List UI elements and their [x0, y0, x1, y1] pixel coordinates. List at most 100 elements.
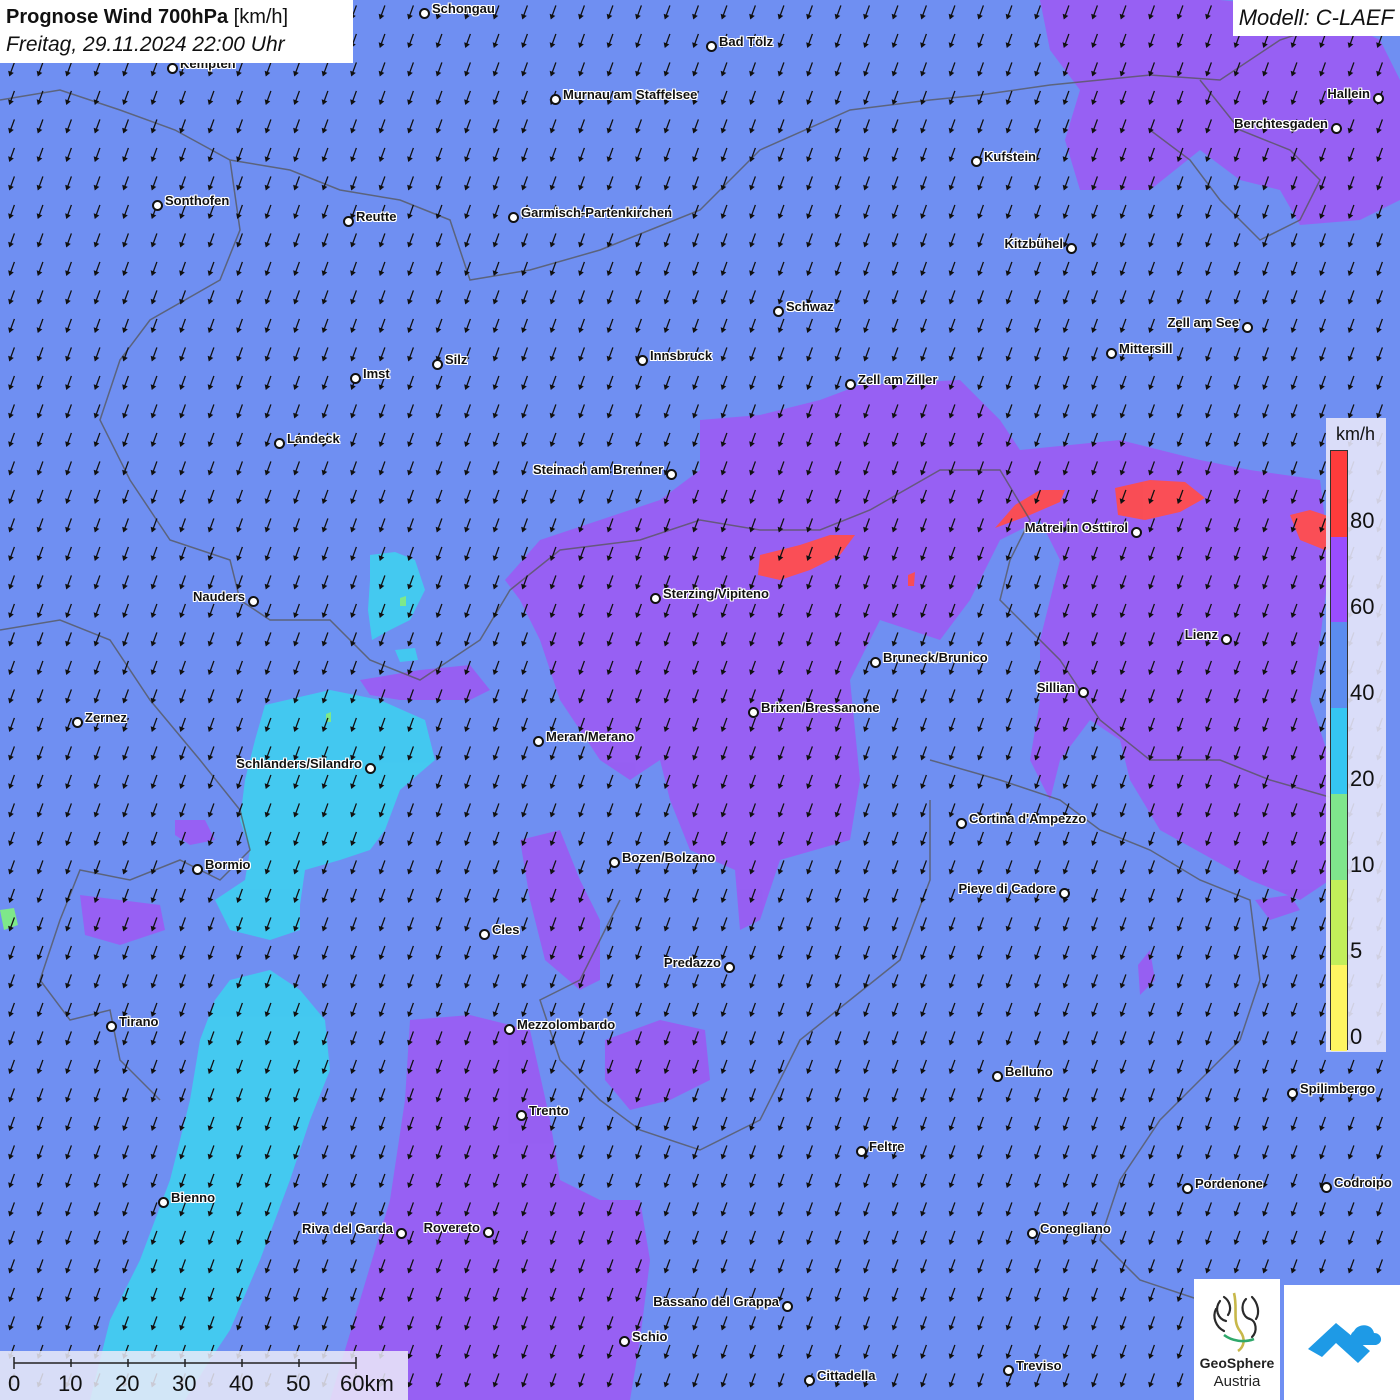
- city-label[interactable]: Landeck: [287, 431, 340, 446]
- wind-arrow: [549, 62, 557, 77]
- city-label[interactable]: Sillian: [1037, 680, 1075, 695]
- city-label[interactable]: Kitzbühel: [1005, 236, 1064, 251]
- wind-arrow: [378, 575, 386, 590]
- city-label[interactable]: Sterzing/Vipiteno: [663, 586, 769, 601]
- wind-arrow: [1262, 1031, 1270, 1046]
- wind-arrow: [720, 404, 728, 419]
- wind-arrow: [977, 632, 985, 647]
- city-label[interactable]: Bad Tölz: [719, 34, 773, 49]
- city-label[interactable]: Spilimbergo: [1300, 1081, 1375, 1096]
- city-label[interactable]: Hallein: [1327, 86, 1370, 101]
- wind-arrow: [977, 1145, 985, 1160]
- city-label[interactable]: Tirano: [119, 1014, 159, 1029]
- wind-arrow: [93, 90, 101, 106]
- wind-arrow: [1005, 974, 1013, 989]
- city-label[interactable]: Berchtesgaden: [1234, 116, 1328, 131]
- wind-arrow: [1347, 375, 1355, 391]
- city-label[interactable]: Schongau: [432, 1, 495, 16]
- city-label[interactable]: Conegliano: [1040, 1221, 1111, 1236]
- app-logo[interactable]: [1284, 1285, 1400, 1400]
- wind-arrow: [1290, 1116, 1298, 1132]
- city-label[interactable]: Bienno: [171, 1190, 215, 1205]
- city-marker: [856, 1146, 867, 1157]
- wind-arrow: [36, 432, 44, 448]
- wind-arrow: [521, 261, 529, 277]
- city-label[interactable]: Bozen/Bolzano: [622, 850, 715, 865]
- city-label[interactable]: Zell am See: [1167, 315, 1239, 330]
- wind-arrow: [378, 1316, 386, 1331]
- wind-arrow: [65, 290, 73, 305]
- wind-arrow: [1005, 1202, 1013, 1217]
- wind-arrow: [720, 90, 728, 106]
- wind-arrow: [1148, 1088, 1156, 1103]
- city-label[interactable]: Pieve di Cadore: [958, 881, 1056, 896]
- wind-arrow: [1005, 1287, 1013, 1303]
- city-label[interactable]: Cortina d'Ampezzo: [969, 811, 1086, 826]
- wind-arrow: [1233, 204, 1241, 220]
- city-label[interactable]: Lienz: [1185, 627, 1218, 642]
- wind-arrow: [834, 546, 842, 562]
- city-label[interactable]: Brixen/Bressanone: [761, 700, 880, 715]
- wind-arrow: [948, 1230, 956, 1246]
- wind-arrow: [1034, 717, 1042, 733]
- city-label[interactable]: Garmisch-Partenkirchen: [521, 205, 672, 220]
- wind-arrow: [692, 888, 700, 904]
- city-label[interactable]: Reutte: [356, 209, 396, 224]
- city-label[interactable]: Kufstein: [984, 149, 1036, 164]
- wind-arrow: [1091, 1145, 1099, 1160]
- wind-arrow: [549, 290, 557, 305]
- city-label[interactable]: Mezzolombardo: [517, 1017, 615, 1032]
- wind-arrow: [321, 404, 329, 419]
- city-label[interactable]: Imst: [363, 366, 390, 381]
- wind-arrow: [720, 461, 728, 476]
- wind-arrow: [663, 1373, 671, 1388]
- city-label[interactable]: Trento: [529, 1103, 569, 1118]
- wind-arrow: [179, 518, 187, 533]
- city-label[interactable]: Mittersill: [1119, 341, 1172, 356]
- city-label[interactable]: Predazzo: [664, 955, 721, 970]
- city-label[interactable]: Riva del Garda: [302, 1221, 393, 1236]
- geosphere-logo[interactable]: GeoSphere Austria: [1194, 1279, 1280, 1400]
- city-label[interactable]: Bruneck/Brunico: [883, 650, 988, 665]
- city-label[interactable]: Silz: [445, 352, 467, 367]
- wind-arrow: [1290, 632, 1298, 647]
- city-label[interactable]: Zell am Ziller: [858, 372, 937, 387]
- wind-arrow: [93, 1259, 101, 1274]
- wind-arrow: [492, 119, 500, 134]
- wind-arrow: [863, 233, 871, 248]
- wind-arrow: [1119, 1259, 1127, 1274]
- city-label[interactable]: Matrei in Osttirol: [1025, 520, 1128, 535]
- city-label[interactable]: Zernez: [85, 710, 127, 725]
- wind-arrow: [549, 176, 557, 191]
- city-label[interactable]: Bassano del Grappa: [653, 1294, 779, 1309]
- city-label[interactable]: Treviso: [1016, 1358, 1062, 1373]
- city-label[interactable]: Schio: [632, 1329, 667, 1344]
- city-label[interactable]: Pordenone: [1195, 1176, 1263, 1191]
- wind-arrow: [1376, 1230, 1384, 1246]
- city-label[interactable]: Sonthofen: [165, 193, 229, 208]
- wind-arrow: [1005, 489, 1013, 505]
- city-label[interactable]: Cittadella: [817, 1368, 876, 1383]
- city-label[interactable]: Murnau am Staffelsee: [563, 87, 697, 102]
- city-label[interactable]: Steinach am Brenner: [533, 462, 663, 477]
- city-label[interactable]: Bormio: [205, 857, 251, 872]
- wind-arrow: [464, 1202, 472, 1217]
- wind-arrow: [749, 347, 757, 362]
- wind-arrow: [863, 546, 871, 562]
- wind-arrow: [1062, 1344, 1070, 1360]
- city-label[interactable]: Innsbruck: [650, 348, 712, 363]
- city-label[interactable]: Cles: [492, 922, 519, 937]
- city-label[interactable]: Rovereto: [424, 1220, 480, 1235]
- wind-arrow: [1005, 432, 1013, 448]
- city-label[interactable]: Schlanders/Silandro: [236, 756, 362, 771]
- wind-arrow: [435, 204, 443, 220]
- wind-arrow: [891, 1373, 899, 1388]
- city-label[interactable]: Codroipo: [1334, 1175, 1392, 1190]
- city-label[interactable]: Schwaz: [786, 299, 834, 314]
- wind-arrow: [977, 575, 985, 590]
- city-label[interactable]: Feltre: [869, 1139, 904, 1154]
- city-label[interactable]: Nauders: [193, 589, 245, 604]
- city-label[interactable]: Meran/Merano: [546, 729, 634, 744]
- city-label[interactable]: Belluno: [1005, 1064, 1053, 1079]
- wind-arrow: [207, 717, 215, 733]
